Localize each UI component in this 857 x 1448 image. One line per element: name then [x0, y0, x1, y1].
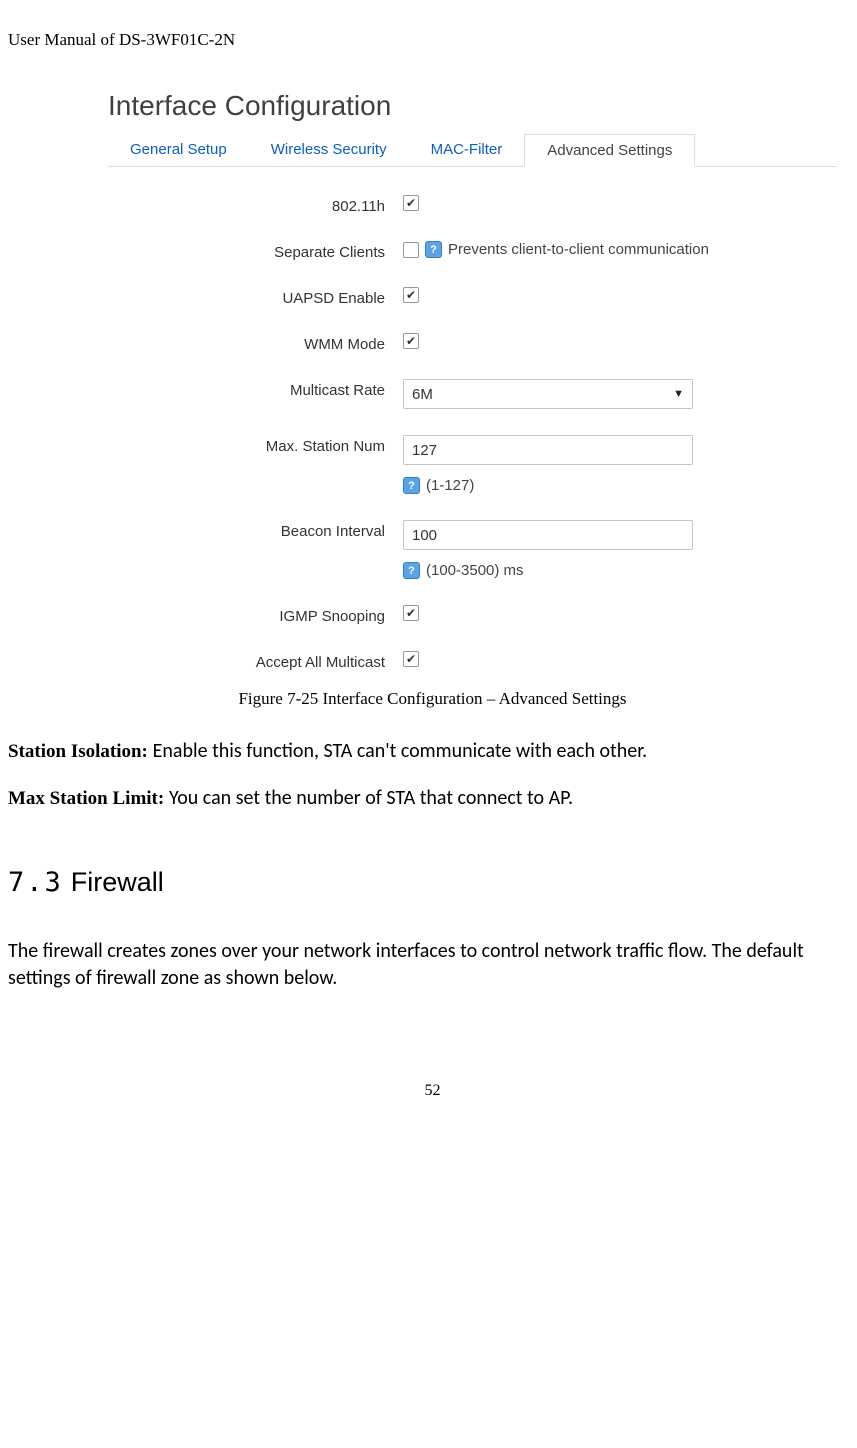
figure-caption: Figure 7-25 Interface Configuration – Ad…	[8, 689, 857, 709]
label-separate-clients: Separate Clients	[108, 241, 403, 261]
hint-beacon-interval: (100-3500) ms	[426, 562, 524, 579]
row-beacon-interval: Beacon Interval 100 ? (100-3500) ms	[108, 520, 837, 579]
tab-mac-filter[interactable]: MAC-Filter	[409, 134, 525, 166]
help-icon[interactable]: ?	[425, 241, 442, 258]
input-beacon-value: 100	[412, 527, 437, 544]
text-station-isolation: Enable this function, STA can't communic…	[153, 739, 648, 763]
row-80211h: 802.11h ✔	[108, 195, 837, 215]
section-number: 7.3	[8, 867, 63, 898]
checkbox-uapsd[interactable]: ✔	[403, 287, 419, 303]
checkbox-wmm[interactable]: ✔	[403, 333, 419, 349]
panel-title: Interface Configuration	[108, 90, 837, 122]
page-number: 52	[8, 1082, 857, 1100]
label-80211h: 802.11h	[108, 195, 403, 215]
row-accept-multicast: Accept All Multicast ✔	[108, 651, 837, 671]
checkbox-separate-clients[interactable]	[403, 242, 419, 258]
row-max-station: Max. Station Num 127 ? (1-127)	[108, 435, 837, 494]
lead-station-isolation: Station Isolation:	[8, 741, 153, 762]
label-beacon-interval: Beacon Interval	[108, 520, 403, 540]
help-icon[interactable]: ?	[403, 562, 420, 579]
checkbox-accept-multicast[interactable]: ✔	[403, 651, 419, 667]
chevron-down-icon: ▼	[673, 388, 684, 400]
input-beacon-interval[interactable]: 100	[403, 520, 693, 550]
checkbox-igmp[interactable]: ✔	[403, 605, 419, 621]
section-heading: 7.3 Firewall	[8, 867, 857, 898]
tab-wireless-security[interactable]: Wireless Security	[249, 134, 409, 166]
checkbox-80211h[interactable]: ✔	[403, 195, 419, 211]
hint-max-station: (1-127)	[426, 477, 474, 494]
tab-general-setup[interactable]: General Setup	[108, 134, 249, 166]
row-igmp: IGMP Snooping ✔	[108, 605, 837, 625]
section-body: The firewall creates zones over your net…	[8, 938, 857, 992]
section-title: Firewall	[71, 867, 164, 897]
label-accept-multicast: Accept All Multicast	[108, 651, 403, 671]
label-igmp: IGMP Snooping	[108, 605, 403, 625]
row-wmm: WMM Mode ✔	[108, 333, 837, 353]
lead-max-station: Max Station Limit:	[8, 788, 169, 809]
row-separate-clients: Separate Clients ? Prevents client-to-cl…	[108, 241, 837, 261]
label-wmm: WMM Mode	[108, 333, 403, 353]
doc-header: User Manual of DS-3WF01C-2N	[8, 30, 857, 50]
tab-bar: General Setup Wireless Security MAC-Filt…	[108, 134, 837, 167]
figure-screenshot: Interface Configuration General Setup Wi…	[8, 90, 857, 671]
para-station-isolation: Station Isolation: Enable this function,…	[8, 737, 857, 766]
para-max-station-limit: Max Station Limit: You can set the numbe…	[8, 784, 857, 813]
text-max-station: You can set the number of STA that conne…	[169, 786, 573, 810]
select-multicast-value: 6M	[412, 386, 433, 403]
tab-advanced-settings[interactable]: Advanced Settings	[524, 134, 695, 167]
label-multicast-rate: Multicast Rate	[108, 379, 403, 399]
input-max-station[interactable]: 127	[403, 435, 693, 465]
input-max-station-value: 127	[412, 442, 437, 459]
row-uapsd: UAPSD Enable ✔	[108, 287, 837, 307]
label-max-station: Max. Station Num	[108, 435, 403, 455]
row-multicast-rate: Multicast Rate 6M ▼	[108, 379, 837, 409]
label-uapsd: UAPSD Enable	[108, 287, 403, 307]
hint-separate-clients: Prevents client-to-client communication	[448, 241, 709, 258]
help-icon[interactable]: ?	[403, 477, 420, 494]
select-multicast-rate[interactable]: 6M ▼	[403, 379, 693, 409]
